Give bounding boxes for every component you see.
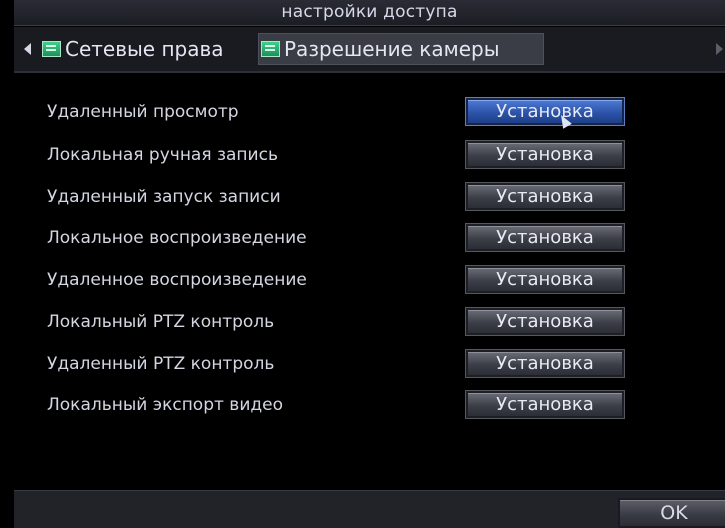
permission-row-remote-ptz: Удаленный PTZ контроль Установка [14,350,725,380]
tab-camera-permission-label: Разрешение камеры [284,37,500,61]
remote-ptz-setup-button[interactable]: Установка [466,350,624,377]
tab-scroll-right-icon[interactable] [716,43,723,55]
permission-row-local-playback: Локальное воспроизведение Установка [14,224,725,254]
ok-button[interactable]: OK [618,498,725,528]
permission-label: Локальное воспроизведение [47,228,307,248]
permission-row-local-video-export: Локальный экспорт видео Установка [14,391,725,421]
permission-label: Локальный экспорт видео [47,395,283,415]
tab-bar: Сетевые права Разрешение камеры [14,27,725,73]
permission-label: Локальный PTZ контроль [47,312,275,332]
local-manual-record-setup-button[interactable]: Установка [466,141,624,168]
title-bar: настройки доступа [14,0,725,26]
permission-row-local-manual-record: Локальная ручная запись Установка [14,141,725,171]
tab-camera-permission[interactable]: Разрешение камеры [258,33,544,65]
permission-label: Удаленный просмотр [47,102,239,122]
remote-record-start-setup-button[interactable]: Установка [466,183,624,210]
permission-label: Удаленный запуск записи [47,187,281,207]
tab-scroll-left-icon[interactable] [24,43,31,55]
tab-network-rights-label: Сетевые права [65,37,224,61]
permission-row-remote-playback: Удаленное воспроизведение Установка [14,266,725,296]
local-video-export-setup-button[interactable]: Установка [466,391,624,418]
camera-permission-icon [261,41,280,57]
local-playback-setup-button[interactable]: Установка [466,224,624,251]
access-settings-window: настройки доступа Сетевые права Разрешен… [0,0,725,528]
permission-row-remote-view: Удаленный просмотр Установка [14,98,725,128]
permission-label: Удаленное воспроизведение [47,270,307,290]
tab-network-rights[interactable]: Сетевые права [40,33,264,65]
local-ptz-setup-button[interactable]: Установка [466,308,624,335]
remote-view-setup-button[interactable]: Установка [466,98,624,125]
permission-row-remote-record-start: Удаленный запуск записи Установка [14,183,725,213]
remote-playback-setup-button[interactable]: Установка [466,266,624,293]
network-icon [42,41,61,57]
bottom-bar: OK [14,490,725,528]
window-title: настройки доступа [281,2,458,22]
permission-label: Удаленный PTZ контроль [47,354,275,374]
permission-row-local-ptz: Локальный PTZ контроль Установка [14,308,725,338]
permission-list: Удаленный просмотр Установка Локальная р… [14,73,725,487]
permission-label: Локальная ручная запись [47,145,278,165]
